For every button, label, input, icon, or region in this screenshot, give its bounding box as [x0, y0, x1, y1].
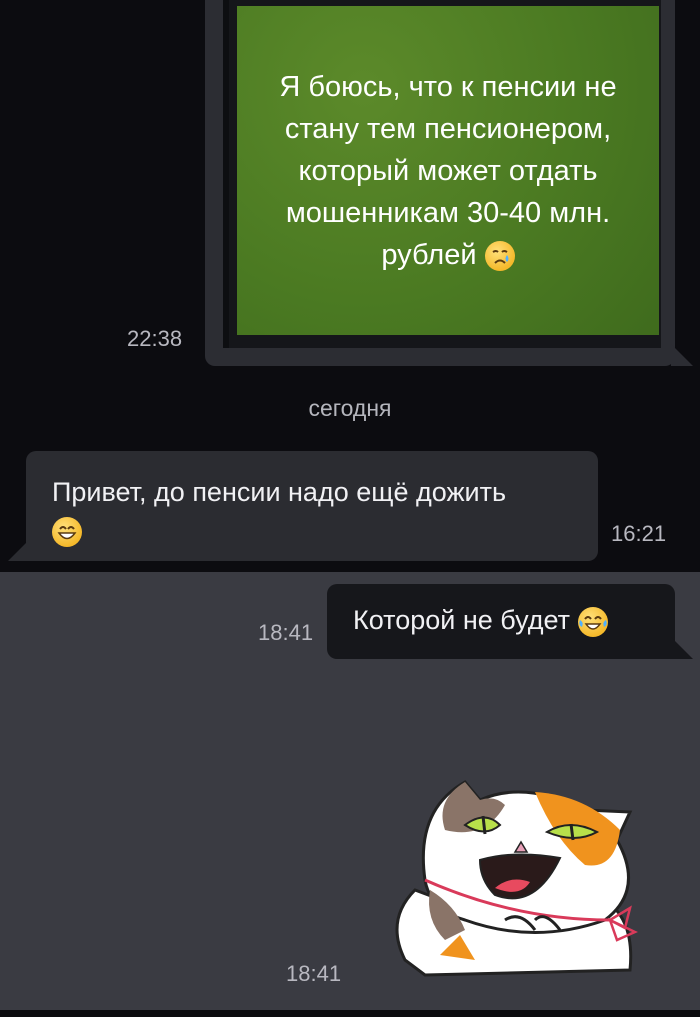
- outgoing-message-text: Которой не будет: [353, 605, 608, 637]
- bottom-divider: [0, 1010, 700, 1017]
- outgoing-message-bubble[interactable]: Которой не будет: [327, 584, 693, 659]
- message-time: 16:21: [611, 521, 667, 546]
- incoming-message-bubble[interactable]: Привет, до пенсии надо ещё дожить: [8, 451, 598, 561]
- tears-of-joy-face-icon: [577, 606, 608, 637]
- outgoing-message-text-content: Которой не будет: [353, 605, 570, 635]
- date-separator: сегодня: [308, 395, 392, 421]
- image-side-bar: [223, 0, 229, 348]
- quote-image[interactable]: Я боюсь, что к пенсии не стану тем пенси…: [223, 0, 661, 348]
- quote-image-text-content: Я боюсь, что к пенсии не стану тем пенси…: [279, 70, 617, 271]
- message-time: 18:41: [258, 620, 314, 645]
- message-time: 22:38: [127, 326, 183, 351]
- bubble-tail: [8, 539, 30, 561]
- bubble-tail: [671, 344, 693, 366]
- message-time: 18:41: [286, 961, 342, 986]
- quote-image-card: Я боюсь, что к пенсии не стану тем пенси…: [237, 6, 659, 335]
- incoming-message-text: Привет, до пенсии надо ещё дожить: [52, 473, 582, 549]
- bubble-tail: [671, 637, 693, 659]
- laughing-cat-sticker[interactable]: [385, 770, 645, 980]
- quote-image-text: Я боюсь, что к пенсии не стану тем пенси…: [268, 66, 628, 276]
- crying-face-icon: [484, 240, 515, 271]
- grinning-face-icon: [52, 516, 82, 547]
- incoming-message-text-content: Привет, до пенсии надо ещё дожить: [52, 477, 507, 507]
